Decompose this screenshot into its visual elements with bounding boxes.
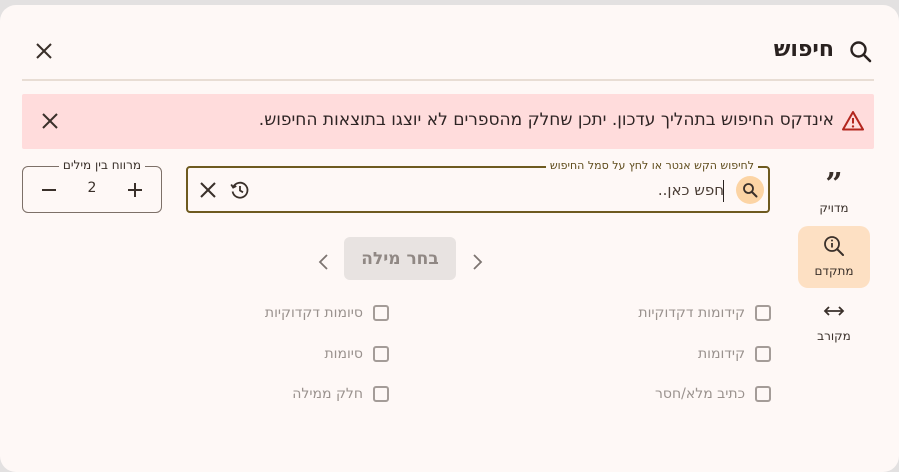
decrease-gap-button[interactable] [37,178,61,202]
dismiss-alert-button[interactable] [36,107,64,135]
mode-exact[interactable]: ” מדויק [798,163,870,225]
search-dialog: חיפוש אינדקס החיפוש בתהליך עדכון. יתכן ש… [0,5,899,472]
option-label: קידומות דקדוקיות [638,305,745,321]
search-field: לחיפוש הקש אנטר או לחץ על סמל החיפוש [186,159,770,213]
option-label: כתיב מלא/חסר [655,386,745,402]
mode-label: מדויק [819,201,849,215]
option-grammatical-prefixes[interactable]: קידומות דקדוקיות [638,302,771,324]
checkbox[interactable] [755,386,771,402]
word-gap-stepper: מרווח בין מילים 2 [22,158,162,213]
quote-icon: ” [825,167,843,202]
mode-approximate[interactable]: מקורב [798,291,870,353]
option-part-of-word[interactable]: חלק ממילה [292,383,389,405]
option-suffixes[interactable]: סיומות [324,343,389,365]
plus-icon [128,183,142,197]
increase-gap-button[interactable] [123,178,147,202]
mode-label: מתקדם [814,264,854,278]
search-info-icon [822,234,846,258]
checkbox[interactable] [755,305,771,321]
checkbox[interactable] [755,346,771,362]
option-full-defective-spelling[interactable]: כתיב מלא/חסר [655,383,771,405]
arrows-horizontal-icon [822,299,846,323]
clear-search-button[interactable] [196,178,220,202]
checkbox[interactable] [373,346,389,362]
search-icon [848,39,874,65]
search-icon [743,183,758,198]
search-history-button[interactable] [228,178,252,202]
option-label: סיומות [324,346,363,362]
search-field-label: לחיפוש הקש אנטר או לחץ על סמל החיפוש [545,159,758,172]
alert-message: אינדקס החיפוש בתהליך עדכון. יתכן שחלק מה… [258,110,834,130]
word-gap-label: מרווח בין מילים [58,158,145,172]
header-divider [22,79,874,81]
close-icon [200,182,216,198]
dialog-header: חיפוש [22,32,874,76]
pick-word-button[interactable]: בחר מילה [344,237,456,280]
close-dialog-button[interactable] [30,37,58,65]
close-icon [42,113,58,129]
option-label: קידומות [697,346,745,362]
option-label: סיומות דקדוקיות [264,305,363,321]
option-grammatical-suffixes[interactable]: סיומות דקדוקיות [265,302,389,324]
word-gap-value[interactable]: 2 [79,180,105,196]
search-input[interactable] [424,176,724,204]
search-submit-button[interactable] [736,176,764,204]
option-label: חלק ממילה [292,386,363,402]
close-icon [36,43,52,59]
warning-icon [842,110,864,132]
chevron-left-icon [318,254,328,270]
checkbox[interactable] [373,305,389,321]
minus-icon [42,189,56,191]
mode-advanced[interactable]: מתקדם [798,226,870,288]
dialog-title: חיפוש [773,37,834,62]
next-word-button[interactable] [465,250,489,274]
chevron-right-icon [473,254,483,270]
history-icon [230,181,249,199]
mode-label: מקורב [817,329,851,343]
option-prefixes[interactable]: קידומות [698,343,771,365]
checkbox[interactable] [373,386,389,402]
previous-word-button[interactable] [312,250,336,274]
index-update-alert: אינדקס החיפוש בתהליך עדכון. יתכן שחלק מה… [22,94,874,149]
